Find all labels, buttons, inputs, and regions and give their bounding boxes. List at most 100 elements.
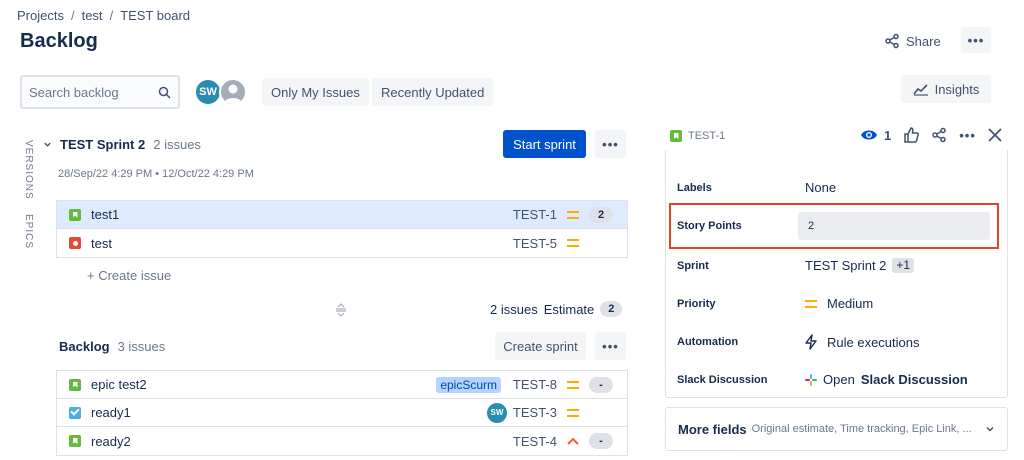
priority-medium-icon: [567, 210, 579, 219]
breadcrumb-separator: /: [109, 8, 114, 23]
tab-versions[interactable]: VERSIONS: [23, 140, 34, 200]
sprint-extra-badge: +1: [892, 258, 915, 273]
eye-icon: [861, 130, 877, 140]
slack-label: Slack Discussion: [677, 374, 768, 386]
drag-handle-icon[interactable]: [335, 303, 347, 317]
slack-link-label: Slack Discussion: [860, 372, 968, 387]
search-input[interactable]: Search backlog: [20, 75, 180, 109]
assignee-avatar[interactable]: SW: [487, 402, 507, 423]
sprint-summary-estimate-label: Estimate: [543, 301, 595, 317]
search-icon: [158, 86, 171, 99]
breadcrumb: Projects / test / TEST board: [17, 8, 190, 23]
more-fields-label: More fields: [678, 421, 747, 437]
story-icon: [69, 208, 81, 221]
issue-key[interactable]: TEST-4: [513, 434, 557, 449]
filter-only-my-issues[interactable]: Only My Issues: [262, 78, 369, 106]
search-placeholder: Search backlog: [29, 84, 119, 100]
sprint-name: TEST Sprint 2: [60, 137, 146, 152]
issue-key[interactable]: TEST-8: [513, 377, 557, 392]
filter-recently-updated[interactable]: Recently Updated: [372, 78, 494, 106]
detail-key-label: TEST-1: [688, 130, 726, 142]
backlog-issue-list: epic test2 epicScurm TEST-8 - ready1 SW …: [56, 370, 628, 456]
labels-value[interactable]: None: [805, 180, 836, 195]
issue-key[interactable]: TEST-3: [513, 405, 557, 420]
user-icon: [224, 84, 242, 104]
priority-field-label: Priority: [677, 298, 716, 310]
table-row[interactable]: test1 TEST-1 2: [57, 201, 627, 229]
create-sprint-button[interactable]: Create sprint: [495, 332, 586, 360]
tab-epics[interactable]: EPICS: [23, 214, 34, 249]
sprint-field-value[interactable]: TEST Sprint 2 +1: [805, 258, 915, 273]
start-sprint-button[interactable]: Start sprint: [503, 130, 586, 158]
breadcrumb-test[interactable]: test: [82, 8, 103, 23]
page-title: Backlog: [20, 30, 98, 52]
close-icon[interactable]: [988, 128, 1002, 142]
story-points-label: Story Points: [677, 220, 742, 232]
detail-issue-key[interactable]: TEST-1: [670, 130, 725, 142]
detail-more-button[interactable]: •••: [959, 128, 976, 143]
issue-key[interactable]: TEST-5: [513, 236, 557, 251]
table-row[interactable]: test TEST-5: [57, 229, 627, 257]
sprint-more-button[interactable]: •••: [595, 130, 626, 158]
priority-field-value[interactable]: Medium: [805, 296, 873, 311]
estimate-badge: 2: [589, 206, 613, 223]
insights-label: Insights: [934, 81, 980, 97]
more-fields-summary: Original estimate, Time tracking, Epic L…: [751, 423, 972, 435]
avatar[interactable]: SW: [194, 78, 222, 106]
priority-medium-icon: [805, 299, 817, 308]
detail-fields-panel: [665, 150, 1008, 398]
task-icon: [69, 406, 81, 419]
chevron-down-icon[interactable]: [43, 140, 52, 149]
chart-line-icon: [912, 84, 928, 96]
bug-icon: [69, 237, 81, 249]
watcher-count: 1: [884, 127, 892, 143]
create-issue-button[interactable]: + Create issue: [87, 268, 171, 283]
slack-value[interactable]: Open Slack Discussion: [805, 372, 968, 387]
table-row[interactable]: ready1 SW TEST-3: [57, 399, 627, 427]
priority-medium-icon: [567, 380, 579, 389]
epic-label[interactable]: epicScurm: [436, 376, 501, 393]
share-label: Share: [906, 33, 941, 49]
priority-value-label: Medium: [827, 296, 874, 311]
breadcrumb-board[interactable]: TEST board: [120, 8, 190, 23]
issue-key[interactable]: TEST-1: [513, 207, 557, 222]
detail-actions: 1 •••: [860, 127, 1002, 143]
share-button[interactable]: Share: [884, 30, 941, 52]
table-row[interactable]: ready2 TEST-4 -: [57, 427, 627, 455]
priority-high-icon: [567, 437, 579, 445]
table-row[interactable]: epic test2 epicScurm TEST-8 -: [57, 371, 627, 399]
more-fields-section[interactable]: More fields Original estimate, Time trac…: [665, 407, 1008, 451]
story-icon: [69, 378, 81, 391]
backlog-more-button[interactable]: •••: [595, 332, 626, 360]
watch-button[interactable]: 1: [860, 128, 891, 143]
sprint-field-name: TEST Sprint 2: [805, 258, 887, 273]
estimate-badge: -: [589, 433, 613, 449]
story-points-field[interactable]: 2: [798, 212, 990, 240]
thumbs-up-icon[interactable]: [903, 127, 920, 143]
sprint-field-label: Sprint: [677, 260, 709, 272]
story-icon: [670, 130, 682, 142]
sprint-issue-count: 2 issues: [153, 137, 201, 152]
sprint-estimate-badge: 2: [600, 301, 623, 317]
backlog-header: Backlog 3 issues: [59, 339, 165, 354]
more-actions-button[interactable]: •••: [961, 27, 991, 53]
avatar-default[interactable]: [219, 78, 247, 106]
share-icon: [885, 33, 899, 49]
breadcrumb-projects[interactable]: Projects: [17, 8, 64, 23]
backlog-name: Backlog: [59, 339, 110, 354]
slack-open-label: Open: [823, 372, 855, 387]
automation-label: Automation: [677, 336, 739, 348]
priority-medium-icon: [567, 239, 579, 247]
sprint-dates: 28/Sep/22 4:29 PM • 12/Oct/22 4:29 PM: [58, 168, 254, 180]
priority-medium-icon: [567, 408, 579, 417]
sprint-summary-count: 2 issues: [490, 301, 538, 317]
backlog-issue-count: 3 issues: [117, 339, 166, 354]
sprint-header[interactable]: TEST Sprint 2 2 issues: [43, 137, 201, 152]
estimate-badge: -: [589, 376, 613, 393]
lightning-icon: [805, 334, 817, 350]
story-icon: [69, 435, 81, 447]
automation-value[interactable]: Rule executions: [805, 334, 920, 350]
share-icon[interactable]: [931, 127, 947, 143]
insights-button[interactable]: Insights: [901, 75, 991, 103]
sprint-issue-list: test1 TEST-1 2 test TEST-5: [56, 200, 628, 258]
